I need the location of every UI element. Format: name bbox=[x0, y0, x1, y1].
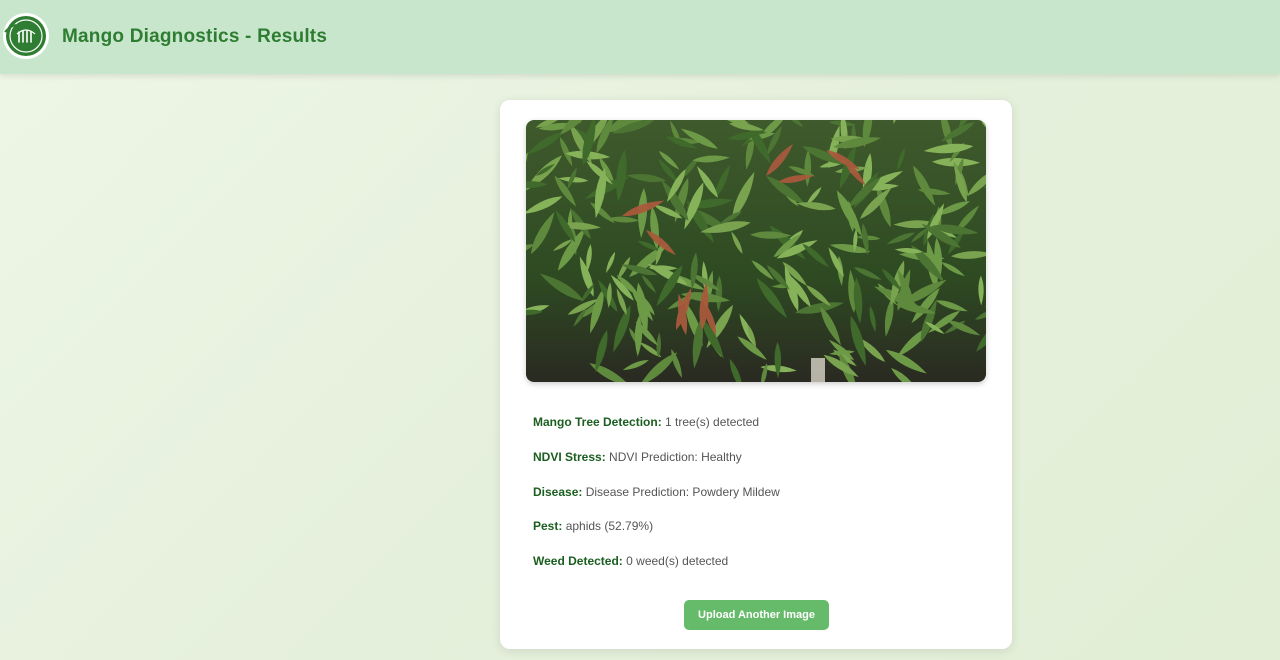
result-label: Weed Detected: bbox=[533, 554, 623, 568]
result-label: Disease: bbox=[533, 485, 583, 499]
logo-icon bbox=[2, 12, 50, 60]
upload-another-image-button[interactable]: Upload Another Image bbox=[684, 600, 829, 630]
result-pest: Pest: aphids (52.79%) bbox=[533, 519, 653, 533]
result-value: Disease Prediction: Powdery Mildew bbox=[585, 485, 780, 499]
result-value: NDVI Prediction: Healthy bbox=[609, 450, 742, 464]
results-card: Mango Tree Detection: 1 tree(s) detected… bbox=[500, 100, 1012, 649]
result-weed: Weed Detected: 0 weed(s) detected bbox=[533, 554, 728, 568]
result-label: Mango Tree Detection: bbox=[533, 415, 662, 429]
page-title: Mango Diagnostics - Results bbox=[62, 26, 328, 47]
result-value: 1 tree(s) detected bbox=[665, 415, 760, 429]
app-header: Mango Diagnostics - Results bbox=[0, 0, 1280, 74]
result-ndvi-stress: NDVI Stress: NDVI Prediction: Healthy bbox=[533, 450, 742, 464]
result-tree-detection: Mango Tree Detection: 1 tree(s) detected bbox=[533, 415, 759, 429]
result-value: aphids (52.79%) bbox=[565, 519, 654, 533]
result-value: 0 weed(s) detected bbox=[626, 554, 729, 568]
result-disease: Disease: Disease Prediction: Powdery Mil… bbox=[533, 485, 780, 499]
uploaded-image bbox=[526, 120, 986, 382]
result-label: Pest: bbox=[533, 519, 563, 533]
result-label: NDVI Stress: bbox=[533, 450, 606, 464]
